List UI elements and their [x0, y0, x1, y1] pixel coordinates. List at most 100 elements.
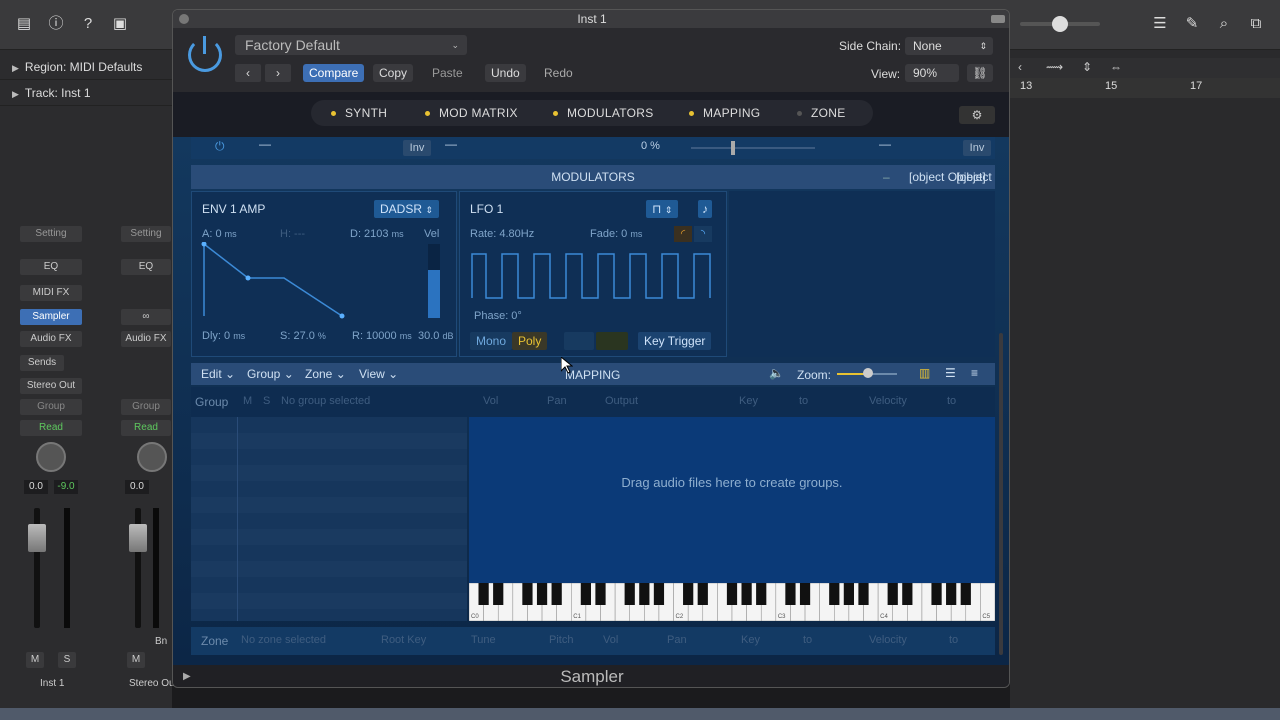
mapping-drop-area[interactable]: Drag audio files here to create groups. — [469, 417, 995, 583]
zone-tune[interactable]: Tune — [471, 634, 496, 646]
view-menu[interactable]: View ⌄ — [359, 367, 398, 381]
previous-preset-button[interactable]: ‹ — [235, 64, 261, 82]
sends-button[interactable]: Sends — [20, 355, 64, 371]
minimize-button[interactable] — [991, 15, 1005, 23]
master-volume-knob[interactable] — [1052, 16, 1068, 32]
black-key[interactable] — [756, 583, 767, 605]
black-key[interactable] — [726, 583, 738, 605]
invert-button[interactable]: Inv — [963, 140, 991, 156]
black-key[interactable] — [887, 583, 898, 605]
black-key[interactable] — [580, 583, 592, 605]
fade-readout[interactable]: Fade: 0 ms — [590, 228, 642, 240]
black-key[interactable] — [653, 583, 665, 605]
black-key[interactable] — [931, 583, 942, 605]
zone-pitch[interactable]: Pitch — [549, 634, 573, 646]
vertical-zoom-icon[interactable]: ⇕ — [1082, 60, 1092, 74]
region-inspector[interactable]: ▶ Region: MIDI Defaults — [0, 54, 172, 80]
fade-out-icon[interactable]: ◝ — [694, 226, 712, 242]
black-key[interactable] — [829, 583, 840, 605]
next-preset-button[interactable]: › — [265, 64, 291, 82]
black-key[interactable] — [639, 583, 650, 605]
redo-button[interactable]: Redo — [538, 64, 579, 82]
trigger-mode-icon[interactable] — [564, 332, 594, 350]
key-trigger-button[interactable]: Key Trigger — [638, 332, 712, 350]
info-icon[interactable]: ⓘ — [46, 14, 66, 34]
group-velocity[interactable]: Velocity — [869, 395, 907, 407]
gear-icon[interactable]: ⚙ — [959, 106, 995, 124]
group-list[interactable] — [191, 417, 467, 621]
black-key[interactable] — [478, 583, 489, 605]
zone-pan[interactable]: Pan — [667, 634, 687, 646]
chevron-icon[interactable]: ‹ — [1018, 60, 1022, 74]
group-view-icon[interactable]: ☰ — [945, 366, 956, 380]
browser-icon[interactable]: ⧉ — [1246, 14, 1266, 34]
zone-vol[interactable]: Vol — [603, 634, 618, 646]
waveform-zoom-icon[interactable]: ⟿ — [1046, 60, 1063, 74]
zoom-slider-handle[interactable] — [863, 368, 873, 378]
mute-button[interactable]: M — [127, 652, 145, 668]
mono-button[interactable]: Mono — [470, 332, 513, 350]
black-key[interactable] — [551, 583, 562, 605]
copy-button[interactable]: Copy — [373, 64, 414, 82]
help-icon[interactable]: ? — [78, 14, 98, 34]
group-vol[interactable]: Vol — [483, 395, 498, 407]
power-icon[interactable]: ⏻ — [215, 139, 225, 154]
release-readout[interactable]: R: 10000 ms — [352, 330, 412, 342]
library-icon[interactable]: ▤ — [14, 14, 34, 34]
notepad-icon[interactable]: ✎ — [1182, 14, 1202, 34]
source-menu[interactable]: — — [259, 137, 271, 151]
black-key[interactable] — [697, 583, 708, 605]
eq-button[interactable]: EQ — [20, 259, 82, 275]
hold-readout[interactable]: H: --- — [280, 228, 305, 240]
fader-cap[interactable] — [129, 524, 147, 552]
group-output[interactable]: Output — [605, 395, 638, 407]
poly-button[interactable]: Poly — [512, 332, 548, 350]
remove-modulator-button[interactable]: – — [883, 165, 890, 189]
zone-view-icon[interactable]: ≡ — [971, 366, 978, 380]
black-key[interactable] — [799, 583, 811, 605]
link-icon[interactable]: ⛓ — [967, 64, 993, 82]
pan-knob[interactable] — [36, 442, 66, 472]
edit-menu[interactable]: Edit ⌄ — [201, 367, 235, 381]
tab-zone[interactable]: ZONE — [797, 106, 846, 120]
track-inspector[interactable]: ▶ Track: Inst 1 — [0, 80, 172, 106]
disclosure-triangle-icon[interactable]: ▶ — [183, 665, 191, 687]
setting-button[interactable]: Setting — [20, 226, 82, 242]
vertical-scrollbar[interactable] — [999, 333, 1003, 655]
delay-readout[interactable]: Dly: 0 ms — [202, 330, 245, 342]
tracks-area[interactable] — [1010, 50, 1280, 710]
instrument-slot[interactable]: Sampler — [20, 309, 82, 325]
env-curve[interactable] — [200, 242, 350, 324]
fade-in-icon[interactable]: ◜ — [674, 226, 692, 242]
setting-button[interactable]: Setting — [121, 226, 171, 242]
bar-ruler[interactable]: 13 15 17 — [1010, 78, 1280, 98]
automation-mode[interactable]: Read — [20, 420, 82, 436]
black-key[interactable] — [858, 583, 869, 605]
group-solo[interactable]: S — [263, 395, 270, 407]
solo-button[interactable]: S — [58, 652, 76, 668]
group-mute[interactable]: M — [243, 395, 252, 407]
link-icon[interactable]: ∞ — [121, 309, 171, 325]
piano-keyboard[interactable]: C0 C1 C2 C3 C4 C5 — [468, 582, 996, 622]
attack-readout[interactable]: A: 0 ms — [202, 228, 237, 240]
black-key[interactable] — [493, 583, 504, 605]
black-key[interactable] — [536, 583, 548, 605]
list-icon[interactable]: ☰ — [1150, 14, 1170, 34]
undo-button[interactable]: Undo — [485, 64, 526, 82]
close-button[interactable] — [179, 14, 189, 24]
midi-fx-button[interactable]: MIDI FX — [20, 285, 82, 301]
sustain-readout[interactable]: S: 27.0 % — [280, 330, 326, 342]
tab-synth[interactable]: SYNTH — [331, 106, 387, 120]
compare-button[interactable]: Compare — [303, 64, 365, 82]
output-slot[interactable]: Stereo Out — [20, 378, 82, 394]
vel-db-readout[interactable]: 30.0 dB — [418, 330, 454, 342]
group-menu[interactable]: Group ⌄ — [247, 367, 294, 381]
target-menu[interactable]: — — [879, 137, 891, 151]
tab-mod-matrix[interactable]: MOD MATRIX — [425, 106, 518, 120]
keyboard-view-icon[interactable]: ▥ — [919, 366, 930, 380]
mute-button[interactable]: M — [26, 652, 44, 668]
black-key[interactable] — [595, 583, 606, 605]
env-mode-menu[interactable]: DADSR ⇕ — [374, 200, 439, 218]
black-key[interactable] — [843, 583, 855, 605]
tab-mapping[interactable]: MAPPING — [689, 106, 760, 120]
